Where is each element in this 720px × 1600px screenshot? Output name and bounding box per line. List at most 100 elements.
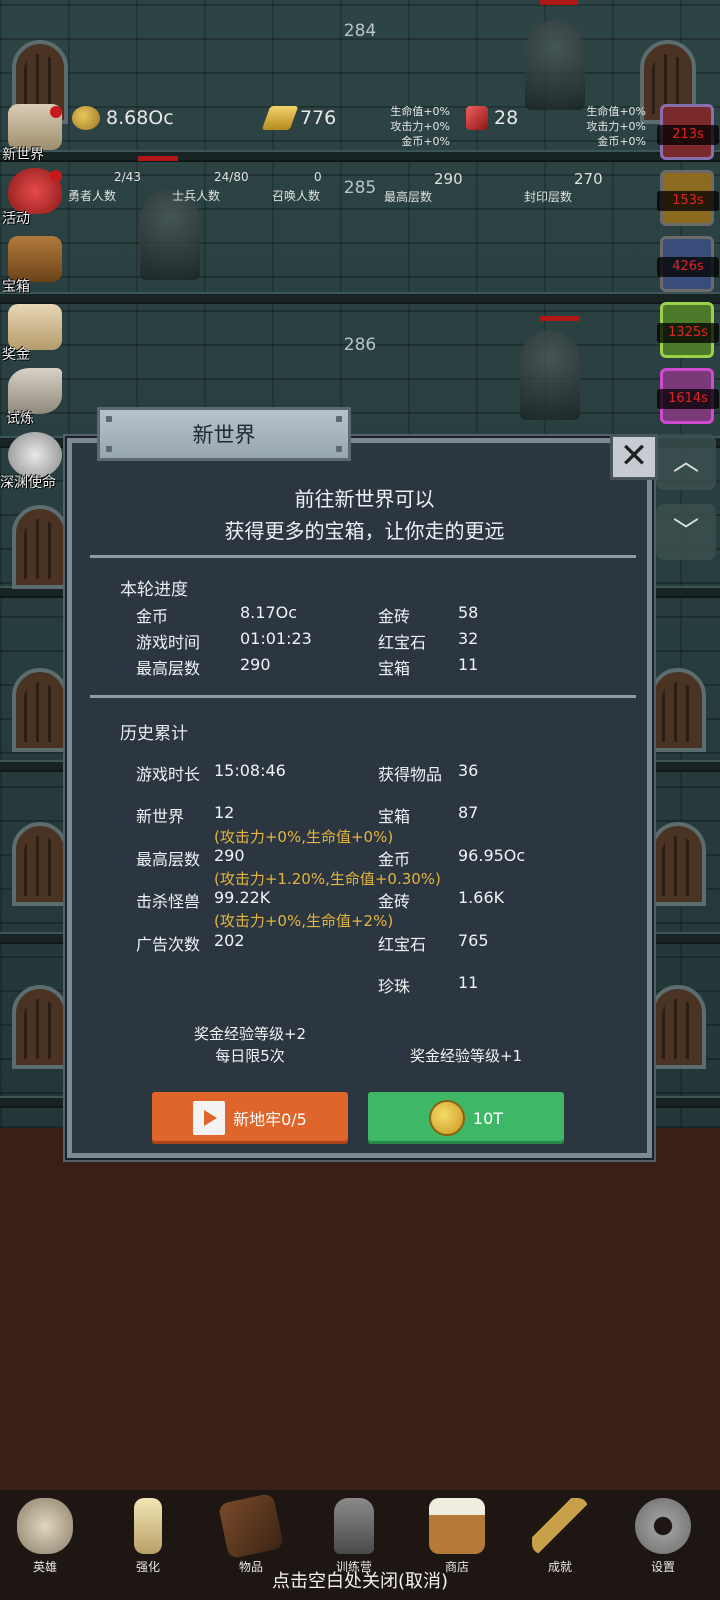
scroll-down-icon[interactable]: ﹀ [656,504,716,560]
boost-slot[interactable]: 153s [657,170,719,226]
stat-value: 1.66K [458,888,505,907]
stat-label: 最高层数 [136,850,201,869]
stat-label: 金砖 [378,607,411,626]
dungeon-door [12,985,68,1069]
floor-number: 285 [343,178,377,198]
stat-label: 宝箱 [378,807,411,826]
enemy-hp-bar [540,316,580,321]
stat-label: 珍珠 [378,977,411,996]
stat-label: 金币 [378,850,411,869]
side-abyss-mission-button[interactable]: 深渊使命 [0,432,66,492]
beer-mug-icon [429,1498,485,1554]
hero-count: 2/43 勇者人数 [68,170,141,203]
stat-label: 获得物品 [378,765,443,784]
bonus-note: (攻击力+0%,生命值+2%) [214,912,394,930]
floor-separator [0,292,720,304]
stat-label: 红宝石 [378,935,427,954]
stat-value: 32 [458,629,479,648]
notification-dot [50,106,62,118]
boost-timer: 1614s [657,389,719,409]
dungeon-door [12,505,68,589]
stat-value: 290 [240,655,271,674]
side-trial-button[interactable]: 试炼 [2,368,66,428]
floor-separator [0,150,720,162]
new-world-dialog: 前往新世界可以 获得更多的宝箱，让你走的更远 本轮进度 金币 8.17Oc 金砖… [67,438,652,1158]
round-progress-title: 本轮进度 [120,580,188,600]
dialog-intro-line: 获得更多的宝箱，让你走的更远 [224,519,505,543]
enemy-hp-bar [540,0,578,5]
coin-icon [428,1100,465,1136]
stat-label: 游戏时长 [136,765,201,784]
stat-label: 最高层数 [136,659,201,678]
boost-slot[interactable]: 1325s [657,302,719,358]
boost-slot[interactable]: 426s [657,236,719,292]
stat-value: 8.17Oc [240,603,298,622]
boost-timer: 1325s [657,323,719,343]
dungeon-door [650,985,706,1069]
ruby-value: 28 [494,107,519,129]
stat-value: 765 [458,931,489,950]
coin-icon [72,106,100,130]
dungeon-door [650,822,706,906]
dialog-title: 新世界 [192,423,256,447]
stat-label: 红宝石 [378,633,427,652]
reaper-enemy [525,20,585,110]
stat-value: 15:08:46 [214,761,286,780]
stat-label: 金币 [136,607,169,626]
boost-timer: 153s [657,191,719,211]
divider [90,695,636,698]
stat-value: 99.22K [214,888,271,907]
boost-timer: 426s [657,257,719,277]
side-new-world-button[interactable]: 新世界 [2,104,66,164]
coin-new-world-button[interactable]: 10T [368,1092,564,1144]
divider [90,555,636,558]
lantern-icon [334,1498,374,1554]
reaper-enemy [520,330,580,420]
gear-icon [635,1498,691,1554]
bonus-note: (攻击力+0%,生命值+0%) [214,828,394,846]
bonus-note: (攻击力+1.20%,生命值+0.30%) [214,870,441,888]
side-chest-button[interactable]: 宝箱 [2,236,66,296]
bonus-list-right: 生命值+0% 攻击力+0% 金币+0% [586,105,646,148]
rivet [336,416,342,422]
coin-counter: 8.68Oc [72,106,174,130]
video-play-icon [193,1101,226,1135]
soldier-count: 24/80 士兵人数 [172,170,249,203]
stat-label: 新世界 [136,807,185,826]
stat-label: 金砖 [378,892,411,911]
candle-icon [134,1498,162,1554]
left-button-caption: 奖金经验等级+2 [193,1025,307,1043]
dialog-intro-line: 前往新世界可以 [294,487,435,511]
gold-brick-icon [261,106,299,130]
stat-value: 01:01:23 [240,629,312,648]
dialog-title-tab: 新世界 [97,407,351,461]
scroll-up-icon[interactable]: ︿ [656,434,716,490]
skull-icon [17,1498,73,1554]
stat-label: 击杀怪兽 [136,892,201,911]
boost-slot[interactable]: 1614s [657,368,719,424]
stat-value: 87 [458,803,479,822]
side-bonus-button[interactable]: 奖金 [2,304,66,364]
dungeon-door [650,668,706,752]
new-dungeon-ad-button[interactable]: 新地牢0/5 [152,1092,348,1144]
side-activity-button[interactable]: 活动 [2,168,66,228]
book-icon [217,1492,285,1560]
right-button-caption: 奖金经验等级+1 [409,1047,523,1065]
ruby-icon [466,106,488,130]
rivet [106,416,112,422]
bonus-list-left: 生命值+0% 攻击力+0% 金币+0% [390,105,450,148]
boost-timer: 213s [657,125,719,145]
rivet [336,446,342,452]
dungeon-door [12,668,68,752]
stat-label: 宝箱 [378,659,411,678]
key-icon [532,1498,588,1554]
close-hint[interactable]: 点击空白处关闭(取消) [0,1567,720,1593]
gold-brick-value: 776 [300,107,337,129]
history-title: 历史累计 [120,724,188,744]
max-floor-stat: 290 最高层数 [384,170,463,204]
stat-value: 36 [458,761,479,780]
enemy-hp-bar [138,156,178,161]
close-icon[interactable]: ✕ [610,434,658,480]
boost-slot[interactable]: 213s [657,104,719,160]
stat-value: 58 [458,603,479,622]
